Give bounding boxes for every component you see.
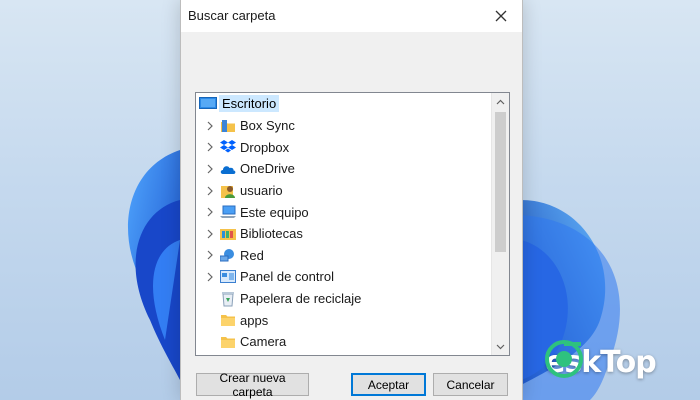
tree-root-desktop[interactable]: Escritorio <box>199 94 280 113</box>
tree-item-label: Dropbox <box>240 139 290 155</box>
folder-icon <box>220 334 236 350</box>
close-icon <box>495 10 507 22</box>
expand-chevron-icon[interactable] <box>200 164 220 174</box>
tree-item-papelera[interactable]: Papelera de reciclaje <box>196 288 491 310</box>
scroll-up-button[interactable] <box>492 93 509 110</box>
chevron-up-icon <box>496 99 505 104</box>
tree-item-label: OneDrive <box>240 161 295 177</box>
libraries-icon <box>220 226 236 242</box>
scroll-down-button[interactable] <box>492 338 509 355</box>
watermark: eskTop <box>545 340 657 384</box>
chevron-down-icon <box>496 344 505 349</box>
expand-chevron-icon[interactable] <box>200 229 220 239</box>
folder-icon <box>220 312 236 328</box>
tree-item-dropbox[interactable]: Dropbox <box>196 137 491 159</box>
expand-chevron-icon[interactable] <box>200 207 220 217</box>
scroll-thumb[interactable] <box>495 112 506 252</box>
vertical-scrollbar[interactable] <box>491 93 509 355</box>
folder-tree[interactable]: Escritorio Box Sync Dropbox OneDrive usu… <box>195 92 510 356</box>
recycle-bin-icon <box>220 291 236 307</box>
cancel-button[interactable]: Cancelar <box>433 373 508 396</box>
tree-root-label: Escritorio <box>219 95 280 112</box>
tree-item-bibliotecas[interactable]: Bibliotecas <box>196 223 491 245</box>
user-folder-icon <box>220 183 236 199</box>
tree-list: Box Sync Dropbox OneDrive usuario Este e… <box>196 115 491 353</box>
expand-chevron-icon[interactable] <box>200 250 220 260</box>
tree-item-camera[interactable]: Camera <box>196 331 491 353</box>
tree-item-apps[interactable]: apps <box>196 309 491 331</box>
new-folder-button[interactable]: Crear nueva carpeta <box>196 371 309 399</box>
dropbox-icon <box>220 139 236 155</box>
tree-item-label: Red <box>240 247 264 263</box>
tree-item-label: Papelera de reciclaje <box>240 291 362 307</box>
tree-item-este-equipo[interactable]: Este equipo <box>196 201 491 223</box>
tree-item-red[interactable]: Red <box>196 245 491 267</box>
network-icon <box>220 247 236 263</box>
control-panel-icon <box>220 269 236 285</box>
dialog-title: Buscar carpeta <box>188 8 276 23</box>
expand-chevron-icon[interactable] <box>200 142 220 152</box>
browse-folder-dialog: Buscar carpeta Escritorio Box Sync Dropb… <box>180 0 523 400</box>
title-bar: Buscar carpeta <box>181 0 522 32</box>
tree-item-label: Este equipo <box>240 204 309 220</box>
tree-item-usuario[interactable]: usuario <box>196 180 491 202</box>
expand-chevron-icon[interactable] <box>200 272 220 282</box>
desktop-icon <box>199 96 217 109</box>
close-button[interactable] <box>488 4 514 28</box>
box-sync-folder-icon <box>220 118 236 134</box>
tree-item-label: Box Sync <box>240 118 295 134</box>
onedrive-icon <box>220 161 236 177</box>
expand-chevron-icon[interactable] <box>200 186 220 196</box>
desktop-logo-icon <box>545 340 583 378</box>
tree-item-box-sync[interactable]: Box Sync <box>196 115 491 137</box>
computer-icon <box>220 204 236 220</box>
tree-item-onedrive[interactable]: OneDrive <box>196 158 491 180</box>
expand-chevron-icon[interactable] <box>200 121 220 131</box>
tree-item-label: apps <box>240 312 269 328</box>
tree-item-label: Camera <box>240 334 287 350</box>
tree-item-label: Panel de control <box>240 269 334 285</box>
tree-item-label: usuario <box>240 183 283 199</box>
tree-item-label: Bibliotecas <box>240 226 303 242</box>
accept-button[interactable]: Aceptar <box>351 373 426 396</box>
tree-item-panel-de-control[interactable]: Panel de control <box>196 266 491 288</box>
